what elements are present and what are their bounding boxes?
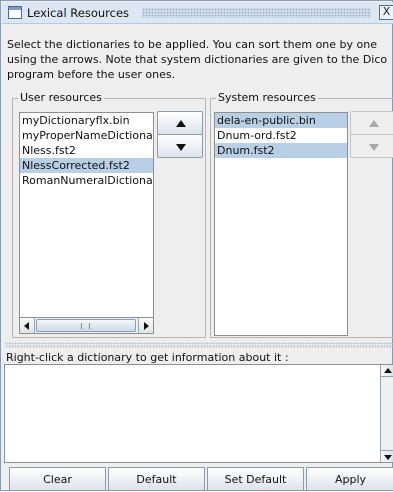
split-pane-divider[interactable] [5,342,393,348]
user-list-horizontal-scrollbar[interactable] [19,317,154,334]
triangle-down-icon [176,144,186,151]
title-grip [142,8,371,18]
info-vertical-scrollbar[interactable] [380,365,393,462]
triangle-down-icon [369,144,379,151]
user-move-down-button[interactable] [157,134,203,158]
scroll-left-icon[interactable] [20,318,35,333]
list-item[interactable]: myDictionaryflx.bin [20,113,153,128]
info-label: Right-click a dictionary to get informat… [6,351,289,364]
scroll-up-icon[interactable] [381,365,393,377]
user-move-up-button[interactable] [157,111,203,135]
list-item[interactable]: Dnum.fst2 [215,143,347,158]
user-resources-legend: User resources [18,91,104,104]
list-item[interactable]: Nless.fst2 [20,143,153,158]
list-item[interactable]: RomanNumeralDictionary [20,173,153,188]
button-bar: Clear Default Set Default Apply [9,467,393,492]
system-resources-legend: System resources [216,91,318,104]
list-item[interactable]: myProperNameDictionary [20,128,153,143]
triangle-up-icon [176,120,186,127]
list-item[interactable]: Dnum-ord.fst2 [215,128,347,143]
default-button[interactable]: Default [108,467,205,491]
dictionary-info-area[interactable] [4,364,393,463]
user-resources-list[interactable]: myDictionaryflx.bin myProperNameDictionar… [19,112,154,318]
list-item[interactable]: dela-en-public.bin [215,113,347,128]
set-default-button[interactable]: Set Default [207,467,304,491]
scroll-thumb[interactable] [36,319,136,332]
system-move-down-button[interactable] [350,134,393,158]
title-bar[interactable]: Lexical Resources X [2,2,393,24]
window-title: Lexical Resources [27,6,134,20]
close-icon[interactable]: X [379,5,393,20]
scroll-down-icon[interactable] [381,450,393,462]
window-icon [8,6,22,19]
clear-button[interactable]: Clear [9,467,106,491]
triangle-up-icon [369,120,379,127]
system-resources-list[interactable]: dela-en-public.bin Dnum-ord.fst2 Dnum.fst2 [214,112,348,336]
list-item[interactable]: NlessCorrected.fst2 [20,158,153,173]
system-move-up-button[interactable] [350,111,393,135]
lexical-resources-window: Lexical Resources X Select the dictionar… [0,0,393,491]
apply-button[interactable]: Apply [306,467,393,491]
scroll-right-icon[interactable] [138,318,153,333]
instructions-text: Select the dictionaries to be applied. Y… [7,38,388,81]
